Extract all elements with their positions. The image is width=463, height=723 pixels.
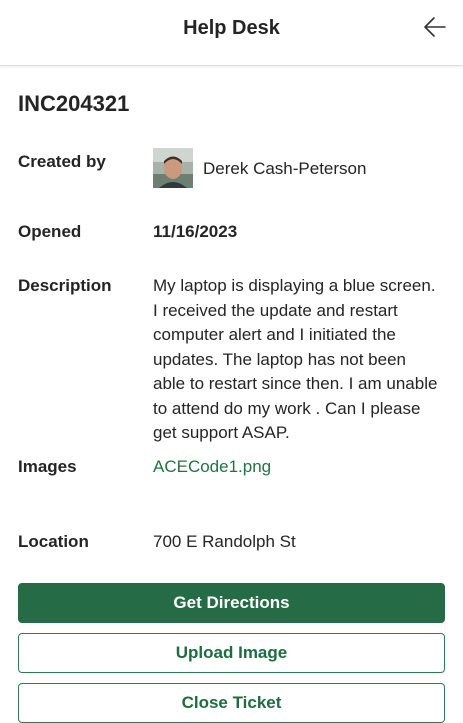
- description-text: My laptop is displaying a blue screen. I…: [153, 274, 449, 446]
- arrow-left-icon: [424, 17, 446, 37]
- page-title: Help Desk: [183, 17, 280, 39]
- upload-image-button[interactable]: Upload Image: [18, 633, 445, 673]
- location-label: Location: [18, 532, 89, 551]
- description-line: updates. The laptop has not been: [153, 349, 406, 369]
- created-by-label: Created by: [18, 152, 106, 171]
- images-label: Images: [18, 457, 77, 476]
- app-header: Help Desk: [0, 0, 463, 66]
- opened-date: 11/16/2023: [153, 222, 238, 241]
- location-value: 700 E Randolph St: [153, 532, 296, 551]
- avatar-photo: [153, 148, 193, 188]
- image-file-link[interactable]: ACECode1.png: [153, 457, 271, 477]
- get-directions-button[interactable]: Get Directions: [18, 583, 445, 623]
- description-line: able to restart since then. I am unable: [153, 374, 438, 393]
- back-button[interactable]: [422, 14, 448, 40]
- description-line: computer alert and I initiated the: [153, 325, 396, 344]
- description-line: I received the update and restart: [153, 300, 398, 320]
- created-by-name: Derek Cash-Peterson: [203, 159, 367, 178]
- description-line: to attend do my work . Can I please: [153, 398, 421, 418]
- description-line: get support ASAP.: [153, 423, 290, 442]
- ticket-id: INC204321: [18, 91, 130, 116]
- avatar: [153, 148, 193, 188]
- close-ticket-button[interactable]: Close Ticket: [18, 683, 445, 723]
- description-line: My laptop is displaying a blue screen.: [153, 276, 436, 295]
- description-label: Description: [18, 276, 112, 295]
- opened-label: Opened: [18, 222, 82, 241]
